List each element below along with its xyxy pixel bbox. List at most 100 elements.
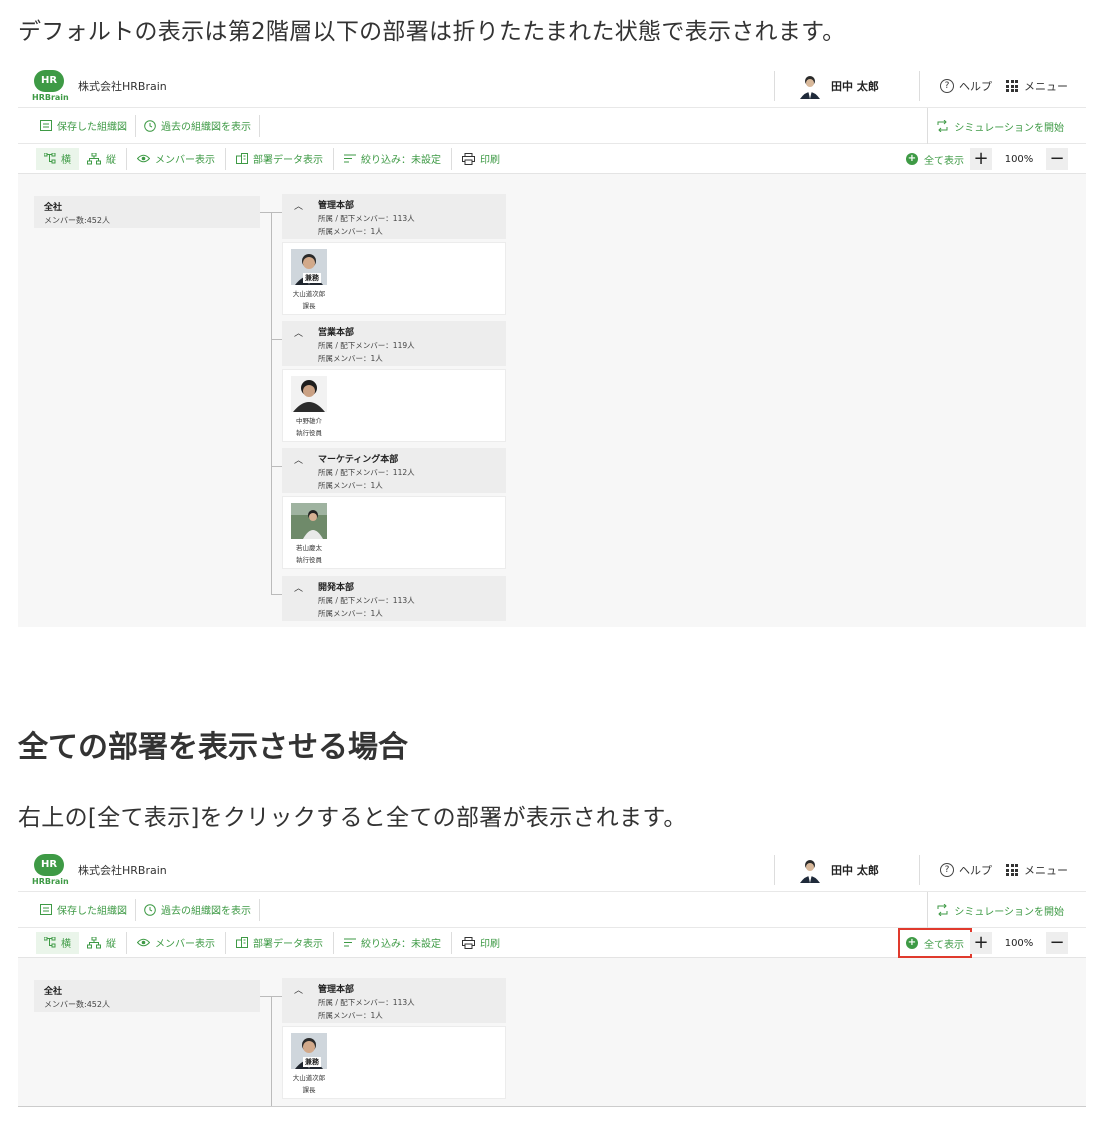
section-heading: 全ての部署を表示させる場合 (18, 730, 408, 765)
zoom-out-button[interactable]: − (1046, 148, 1068, 170)
horizontal-tree-icon (44, 937, 56, 948)
plus-circle-icon: + (906, 153, 918, 165)
company-name: 株式会社HRBrain (78, 863, 167, 877)
dept-members-panel: 中野雄介 執行役員 (282, 369, 506, 442)
chart-actions-bar: 保存した組織図 過去の組織図を表示 シミュレーションを開始 (18, 892, 1086, 928)
printer-icon (462, 936, 475, 949)
horizontal-layout-button[interactable]: 横 (36, 931, 79, 954)
help-link[interactable]: ? ヘルプ (940, 862, 992, 878)
collapse-caret-icon[interactable]: ︿ (294, 581, 303, 594)
zoom-level: 100% (1004, 153, 1034, 165)
member-card[interactable]: 兼務 大山道次郎 課長 (289, 249, 329, 310)
plus-circle-icon: + (906, 937, 918, 949)
company-name: 株式会社HRBrain (78, 79, 167, 93)
eye-icon (137, 938, 150, 947)
dept-data-button[interactable]: 部署データ表示 (228, 932, 331, 954)
root-department-card[interactable]: 全社 メンバー数:452人 (34, 196, 260, 228)
help-link[interactable]: ? ヘルプ (940, 78, 992, 94)
grid-icon (1006, 80, 1018, 92)
member-card[interactable]: 中野雄介 執行役員 (289, 376, 329, 437)
menu-button[interactable]: メニュー (1006, 78, 1068, 94)
print-button[interactable]: 印刷 (454, 932, 508, 954)
collapse-caret-icon[interactable]: ︿ (294, 326, 303, 339)
zoom-in-button[interactable]: + (970, 148, 992, 170)
show-all-button[interactable]: + 全て表示 (900, 147, 970, 171)
collapse-caret-icon[interactable]: ︿ (294, 199, 303, 212)
zoom-level: 100% (1004, 937, 1034, 949)
hrbrain-logo[interactable]: HR HRBrain (32, 852, 69, 888)
show-members-button[interactable]: メンバー表示 (129, 932, 223, 954)
dept-members-panel: 兼務 大山道次郎 課長 (282, 1026, 506, 1099)
horizontal-tree-icon (44, 153, 56, 164)
toolbar: 横 縦 メンバー表示 部署データ表示 絞り込み：未設定 印刷 + 全て表示 + … (18, 928, 1086, 958)
zoom-out-button[interactable]: − (1046, 932, 1068, 954)
user-menu[interactable]: 田中 太郎 (775, 857, 919, 883)
dept-card[interactable]: ︿ 開発本部 所属 / 配下メンバー：113人 所属メンバー：1人 (282, 576, 506, 621)
clock-icon (144, 119, 156, 132)
menu-button[interactable]: メニュー (1006, 862, 1068, 878)
user-menu[interactable]: 田中 太郎 (775, 73, 919, 99)
dept-members-panel: 兼務 大山道次郎 課長 (282, 242, 506, 315)
show-all-button[interactable]: + 全て表示 (898, 928, 972, 958)
user-name: 田中 太郎 (831, 864, 879, 877)
toolbar: 横 縦 メンバー表示 部署データ表示 絞り込み：未設定 印刷 + 全て表示 + … (18, 144, 1086, 174)
list-icon (40, 904, 52, 915)
article: デフォルトの表示は第2階層以下の部署は折りたたまれた状態で表示されます。 HR … (0, 0, 1098, 1130)
help-icon: ? (940, 79, 954, 93)
printer-icon (462, 152, 475, 165)
eye-icon (137, 154, 150, 163)
user-avatar (797, 857, 823, 883)
vertical-layout-button[interactable]: 縦 (79, 932, 124, 954)
app-header: HR HRBrain 株式会社HRBrain 田中 太郎 ? ヘルプ メニュー (18, 64, 1086, 108)
vertical-tree-icon (87, 936, 101, 948)
member-photo: 兼務 (291, 1033, 327, 1069)
print-button[interactable]: 印刷 (454, 148, 508, 170)
org-chart-canvas: 全社 メンバー数:452人 ︿ 管理本部 所属 / 配下メンバー：113人 所属… (18, 958, 1086, 1106)
past-charts-link[interactable]: 過去の組織図を表示 (144, 902, 251, 917)
zoom-in-button[interactable]: + (970, 932, 992, 954)
list-icon (40, 120, 52, 131)
member-photo (291, 503, 327, 539)
member-photo: 兼務 (291, 249, 327, 285)
dept-data-button[interactable]: 部署データ表示 (228, 148, 331, 170)
app-header: HR HRBrain 株式会社HRBrain 田中 太郎 ? ヘルプ メニュー (18, 848, 1086, 892)
screenshot-default-view: HR HRBrain 株式会社HRBrain 田中 太郎 ?ヘルプ メニュー (18, 64, 1086, 627)
intro-paragraph: デフォルトの表示は第2階層以下の部署は折りたたまれた状態で表示されます。 (18, 19, 846, 45)
saved-charts-link[interactable]: 保存した組織図 (40, 902, 127, 917)
vertical-tree-icon (87, 152, 101, 164)
chart-actions-bar: 保存した組織図 過去の組織図を表示 シミュレーションを開始 (18, 108, 1086, 144)
vertical-layout-button[interactable]: 縦 (79, 148, 124, 170)
clock-icon (144, 903, 156, 916)
org-chart-canvas: 全社 メンバー数:452人 ︿ 管理本部 所属 / 配下メンバー：113人 所属… (18, 174, 1086, 627)
member-card[interactable]: 兼務 大山道次郎 課長 (289, 1033, 329, 1094)
building-icon (236, 937, 248, 948)
filter-lines-icon (344, 938, 356, 947)
collapse-caret-icon[interactable]: ︿ (294, 453, 303, 466)
instruction-paragraph: 右上の[全て表示]をクリックすると全ての部署が表示されます。 (18, 805, 687, 831)
start-simulation-link[interactable]: シミュレーションを開始 (927, 892, 1086, 928)
past-charts-link[interactable]: 過去の組織図を表示 (144, 118, 251, 133)
concurrent-post-tag: 兼務 (303, 1057, 321, 1067)
horizontal-layout-button[interactable]: 横 (36, 147, 79, 170)
dept-card[interactable]: ︿ マーケティング本部 所属 / 配下メンバー：112人 所属メンバー：1人 若… (282, 448, 506, 569)
dept-card[interactable]: ︿ 管理本部 所属 / 配下メンバー：113人 所属メンバー：1人 兼務 大山道… (282, 978, 506, 1099)
filter-button[interactable]: 絞り込み：未設定 (336, 932, 449, 954)
concurrent-post-tag: 兼務 (303, 273, 321, 283)
filter-button[interactable]: 絞り込み：未設定 (336, 148, 449, 170)
grid-icon (1006, 864, 1018, 876)
filter-lines-icon (344, 154, 356, 163)
member-card[interactable]: 若山慶太 執行役員 (289, 503, 329, 564)
building-icon (236, 153, 248, 164)
member-photo (291, 376, 327, 412)
user-name: 田中 太郎 (831, 80, 879, 93)
collapse-caret-icon[interactable]: ︿ (294, 983, 303, 996)
show-members-button[interactable]: メンバー表示 (129, 148, 223, 170)
saved-charts-link[interactable]: 保存した組織図 (40, 118, 127, 133)
screenshot-show-all: HR HRBrain 株式会社HRBrain 田中 太郎 ?ヘルプ メニュー (18, 848, 1086, 1107)
start-simulation-link[interactable]: シミュレーションを開始 (927, 108, 1086, 144)
dept-card[interactable]: ︿ 営業本部 所属 / 配下メンバー：119人 所属メンバー：1人 中野雄介 執… (282, 321, 506, 442)
hrbrain-logo[interactable]: HR HRBrain (32, 68, 69, 104)
root-department-card[interactable]: 全社 メンバー数:452人 (34, 980, 260, 1012)
user-avatar (797, 73, 823, 99)
dept-card[interactable]: ︿ 管理本部 所属 / 配下メンバー：113人 所属メンバー：1人 兼務 大山道… (282, 194, 506, 315)
